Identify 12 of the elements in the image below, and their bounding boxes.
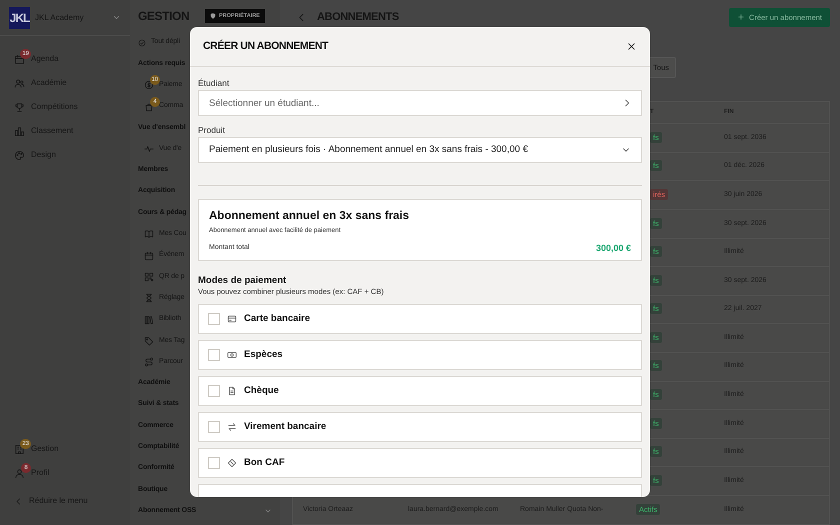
logo: JKL bbox=[9, 6, 30, 28]
summary-title: Abonnement annuel en 3x sans frais bbox=[209, 209, 410, 224]
payment-option-label: Virement bancaire bbox=[244, 420, 326, 434]
payment-option-label: Espèces bbox=[244, 348, 283, 362]
section-heading: Modes de paiement bbox=[198, 275, 288, 287]
total-amount: 300,00 € bbox=[596, 242, 631, 254]
modal-title: CRÉER UN ABONNEMENT bbox=[203, 38, 328, 54]
payment-option-label: Carte bancaire bbox=[244, 312, 310, 326]
field-label: Étudiant bbox=[198, 77, 230, 89]
field-label: Produit bbox=[198, 124, 226, 136]
payment-option-label: Chèque bbox=[244, 384, 279, 398]
payment-option-label: Bon CAF bbox=[244, 456, 285, 470]
